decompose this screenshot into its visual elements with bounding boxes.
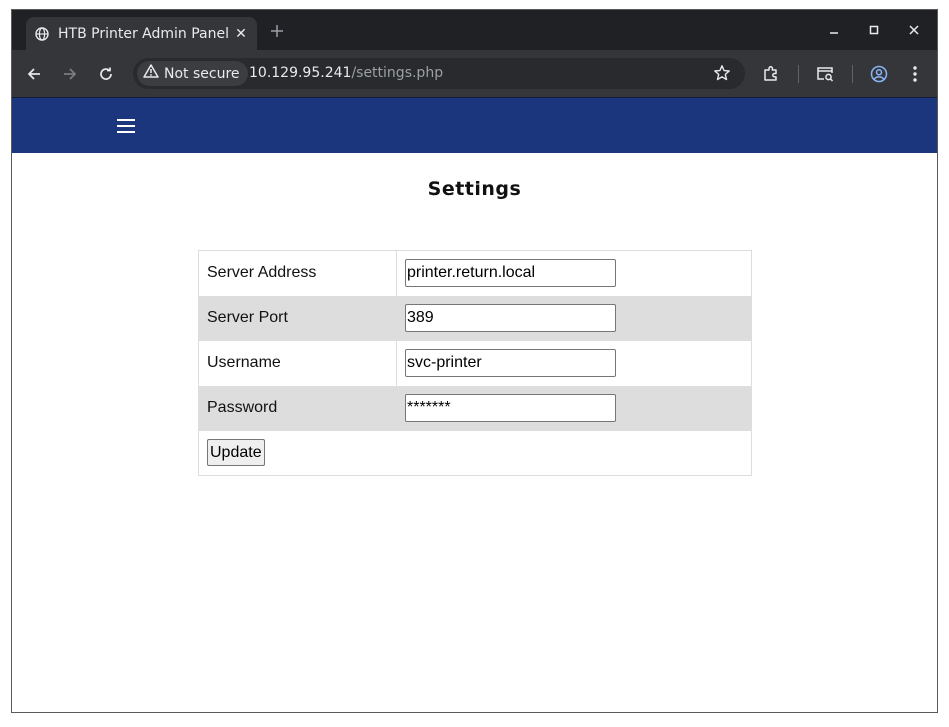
settings-row-server-address: Server Address — [198, 250, 752, 296]
maximize-icon[interactable] — [863, 19, 885, 41]
password-label: Password — [198, 385, 397, 431]
settings-row-password: Password — [198, 385, 752, 431]
close-tab-icon[interactable]: ✕ — [233, 25, 249, 42]
globe-icon — [34, 26, 50, 42]
password-input[interactable] — [405, 394, 616, 422]
bookmark-star-icon[interactable] — [711, 62, 733, 84]
tab-htb-printer-admin[interactable]: HTB Printer Admin Panel ✕ — [26, 17, 257, 50]
username-label: Username — [198, 340, 397, 386]
url-text[interactable]: 10.129.95.241/settings.php — [249, 65, 443, 81]
url-path: /settings.php — [351, 65, 444, 81]
security-label: Not secure — [164, 65, 240, 82]
toolbar-separator — [798, 65, 799, 83]
settings-row-username: Username — [198, 340, 752, 386]
toolbar-separator — [852, 65, 853, 83]
username-input[interactable] — [405, 349, 616, 377]
security-indicator[interactable]: Not secure — [137, 61, 248, 86]
server-address-label: Server Address — [198, 250, 397, 296]
server-port-label: Server Port — [198, 295, 397, 341]
tab-search-icon[interactable] — [813, 62, 837, 86]
minimize-icon[interactable] — [823, 19, 845, 41]
browser-window: HTB Printer Admin Panel ✕ Not secure 10.… — [11, 9, 938, 713]
address-bar[interactable]: Not secure 10.129.95.241/settings.php — [133, 58, 745, 89]
tab-strip: HTB Printer Admin Panel ✕ — [12, 10, 937, 50]
tab-title: HTB Printer Admin Panel — [58, 25, 229, 42]
back-icon[interactable] — [22, 62, 46, 86]
browser-toolbar: Not secure 10.129.95.241/settings.php — [12, 50, 937, 97]
hamburger-menu-icon[interactable] — [116, 118, 136, 134]
extensions-icon[interactable] — [759, 62, 783, 86]
server-address-input[interactable] — [405, 259, 616, 288]
close-window-icon[interactable] — [903, 19, 925, 41]
settings-row-server-port: Server Port — [198, 295, 752, 341]
warning-icon — [143, 64, 159, 83]
forward-icon[interactable] — [58, 62, 82, 86]
profile-icon[interactable] — [867, 62, 891, 86]
server-port-input[interactable] — [405, 304, 616, 332]
settings-table: Server Address Server Port Username Pass… — [198, 250, 752, 476]
menu-dots-icon[interactable] — [903, 62, 927, 86]
page-title: Settings — [427, 178, 522, 200]
settings-row-actions: Update — [199, 431, 752, 476]
url-host: 10.129.95.241 — [249, 65, 352, 81]
new-tab-icon[interactable] — [266, 20, 288, 42]
update-button[interactable]: Update — [207, 439, 265, 467]
reload-icon[interactable] — [94, 62, 118, 86]
site-header — [12, 97, 937, 153]
